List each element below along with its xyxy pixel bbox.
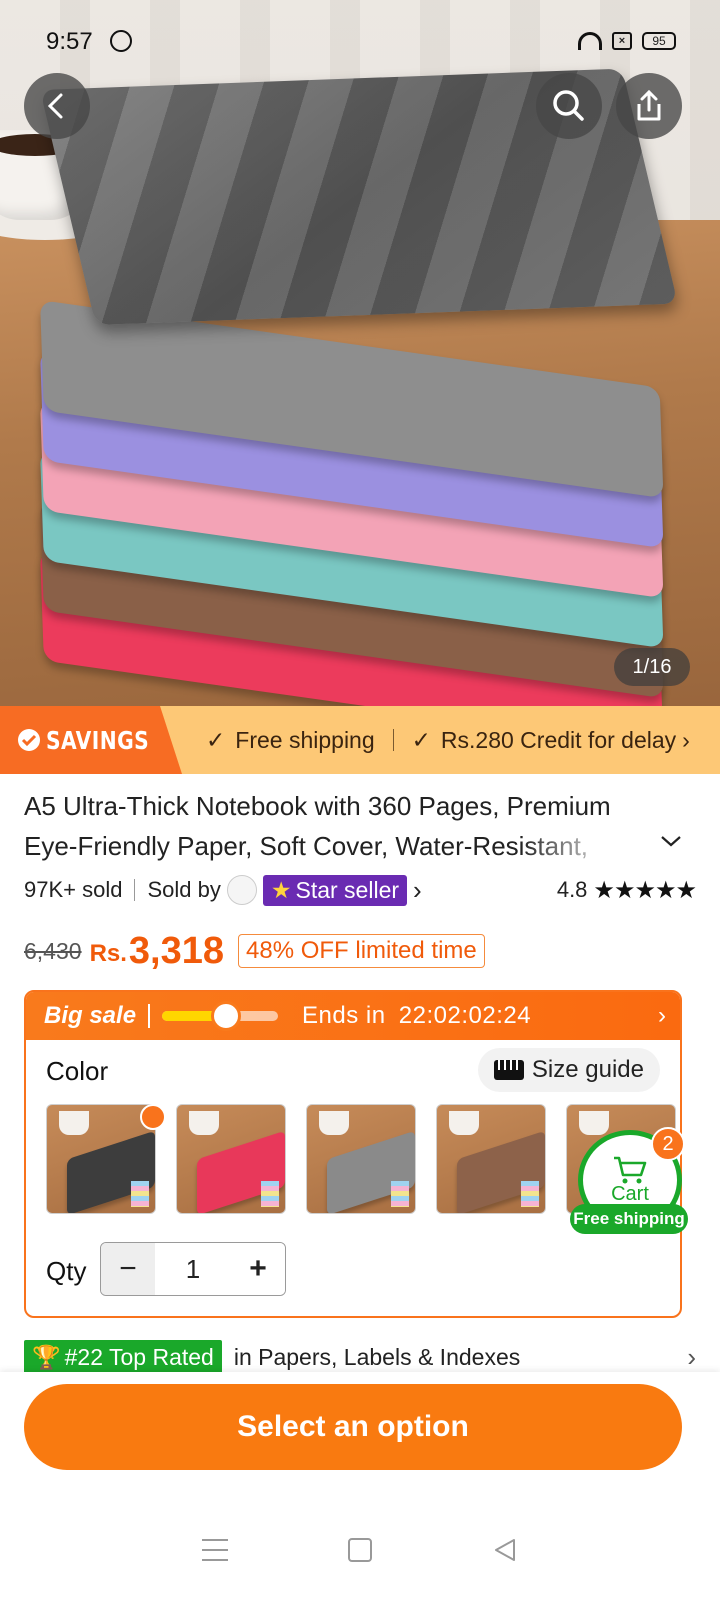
share-icon <box>637 89 661 121</box>
star-seller-badge[interactable]: ★ Star seller <box>262 874 408 906</box>
cart-label: Cart <box>611 1182 649 1205</box>
stickers-thumb <box>131 1181 149 1207</box>
home-icon[interactable] <box>348 1538 372 1562</box>
top-rated-row[interactable]: 🏆 #22 Top Rated in Papers, Labels & Inde… <box>24 1337 696 1377</box>
benefits-list: ✓ Free shipping ✓ Rs.280 Credit for dela… <box>206 706 690 774</box>
battery-icon: 95 <box>642 32 676 50</box>
chevron-right-icon: › <box>682 726 690 753</box>
big-sale-card: Big sale Ends in 22:02:02:24 › Color Siz… <box>24 990 682 1318</box>
color-swatch-red[interactable] <box>176 1104 286 1214</box>
cart-icon <box>614 1156 647 1183</box>
color-label: Color <box>46 1056 109 1086</box>
countdown: 22:02:02:24 <box>398 1002 532 1029</box>
search-icon <box>553 90 584 121</box>
ends-prefix: Ends in <box>302 1002 386 1029</box>
divider <box>392 729 394 751</box>
chevron-right-icon: › <box>658 1002 666 1029</box>
sale-progress <box>162 1001 279 1031</box>
qty-decrease-button[interactable]: − <box>101 1243 155 1295</box>
savings-icon <box>18 729 40 751</box>
original-price: 6,430 <box>24 937 82 964</box>
expand-title-chevron-down-icon[interactable] <box>660 834 682 848</box>
sale-ends: Ends in 22:02:02:24 <box>302 1002 531 1030</box>
select-option-button[interactable]: Select an option <box>24 1384 682 1470</box>
share-button[interactable] <box>616 73 682 139</box>
discount-badge: 48% OFF limited time <box>238 934 485 968</box>
cup-thumb <box>189 1111 219 1135</box>
divider <box>148 1004 151 1028</box>
status-bar: 9:57 × 95 <box>0 0 720 80</box>
product-meta: 97K+ sold Sold by ★ Star seller › 4.8 ★★… <box>24 872 697 908</box>
rating-stars-icon: ★★★★★ <box>593 876 697 904</box>
color-swatch-brown[interactable] <box>436 1104 546 1214</box>
seller-chevron-right-icon[interactable]: › <box>413 875 422 906</box>
divider <box>134 879 136 901</box>
price-row: 6,430 Rs. 3,318 48% OFF limited time <box>24 926 485 976</box>
cup-thumb <box>59 1111 89 1135</box>
free-shipping-pill: Free shipping <box>570 1204 688 1234</box>
status-time: 9:57 <box>46 28 93 55</box>
stickers-thumb <box>521 1181 539 1207</box>
ruler-icon <box>493 1060 524 1080</box>
seller-logo[interactable] <box>226 875 257 905</box>
current-price: 3,318 <box>128 929 225 972</box>
cup-thumb <box>449 1111 479 1135</box>
star-seller-label: Star seller <box>295 876 400 903</box>
trophy-icon: 🏆 <box>32 1343 61 1370</box>
savings-bar[interactable]: SAVINGS ✓ Free shipping ✓ Rs.280 Credit … <box>0 706 720 774</box>
stickers-thumb <box>261 1181 279 1207</box>
title-fade <box>520 826 650 866</box>
search-button[interactable] <box>536 73 602 139</box>
rating[interactable]: 4.8 ★★★★★ <box>556 876 697 905</box>
check-icon: ✓ <box>206 726 226 753</box>
sold-count: 97K+ sold <box>24 877 123 902</box>
cup-thumb <box>319 1111 349 1135</box>
sold-by-label: Sold by <box>147 877 221 902</box>
qty-value[interactable]: 1 <box>155 1243 231 1295</box>
big-sale-label: Big sale <box>44 1002 137 1029</box>
image-counter: 1/16 <box>614 648 690 686</box>
chevron-right-icon: › <box>687 1341 696 1372</box>
big-sale-header[interactable]: Big sale Ends in 22:02:02:24 › <box>26 992 680 1040</box>
back-button[interactable] <box>24 73 90 139</box>
system-nav-bar <box>0 1500 720 1600</box>
cup-thumb <box>579 1111 609 1135</box>
whatsapp-icon <box>110 30 132 52</box>
menu-icon[interactable] <box>202 1539 228 1561</box>
sim-icon: × <box>612 32 632 50</box>
rating-value: 4.8 <box>556 877 588 902</box>
savings-label: SAVINGS <box>46 725 150 755</box>
color-swatch-grey[interactable] <box>306 1104 416 1214</box>
back-triangle-icon[interactable] <box>492 1537 518 1563</box>
check-icon: ✓ <box>411 726 431 753</box>
quantity-stepper: − 1 + <box>100 1242 286 1296</box>
star-icon: ★ <box>270 876 292 903</box>
product-image[interactable] <box>0 0 720 718</box>
cart-count-badge: 2 <box>651 1127 685 1161</box>
qty-label: Qty <box>46 1256 87 1286</box>
top-rated-category: in Papers, Labels & Indexes <box>233 1343 521 1370</box>
stickers-thumb <box>391 1181 409 1207</box>
clock-icon <box>210 1001 241 1031</box>
chevron-left-icon <box>47 93 63 119</box>
system-icons: × 95 <box>578 32 676 50</box>
size-guide-button[interactable]: Size guide <box>477 1048 660 1092</box>
top-rated-label: #22 Top Rated <box>64 1343 214 1370</box>
benefit-credit-delay: Rs.280 Credit for delay <box>440 726 677 753</box>
currency: Rs. <box>89 940 127 967</box>
hot-icon <box>140 1104 166 1130</box>
size-guide-label: Size guide <box>531 1056 644 1083</box>
wifi-icon <box>578 32 602 50</box>
qty-increase-button[interactable]: + <box>231 1243 285 1295</box>
benefit-free-shipping: Free shipping <box>235 726 375 753</box>
savings-tag: SAVINGS <box>0 706 182 774</box>
top-rated-badge: 🏆 #22 Top Rated <box>24 1339 222 1375</box>
